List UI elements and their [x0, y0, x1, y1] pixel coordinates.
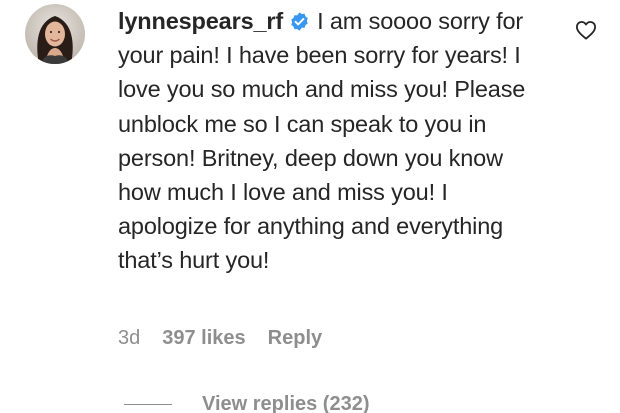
heart-outline-icon[interactable] [575, 20, 597, 40]
replies-divider-line [124, 404, 172, 405]
comment-body: lynnespears_rf I am soooo sorry for your … [118, 4, 548, 278]
view-replies-button[interactable]: View replies (232) [124, 393, 370, 413]
comment-meta: 3d 397 likes Reply [118, 327, 322, 350]
view-replies-label: View replies (232) [202, 393, 370, 413]
comment-timestamp[interactable]: 3d [118, 327, 140, 350]
verified-badge-icon [291, 12, 308, 31]
avatar[interactable] [25, 4, 85, 64]
comment-likes[interactable]: 397 likes [162, 327, 245, 350]
comment-username[interactable]: lynnespears_rf [118, 8, 283, 34]
comment: lynnespears_rf I am soooo sorry for your … [0, 0, 620, 413]
reply-button[interactable]: Reply [268, 327, 322, 350]
avatar-image [25, 4, 85, 64]
comment-text: I am soooo sorry for your pain! I have b… [118, 8, 526, 274]
